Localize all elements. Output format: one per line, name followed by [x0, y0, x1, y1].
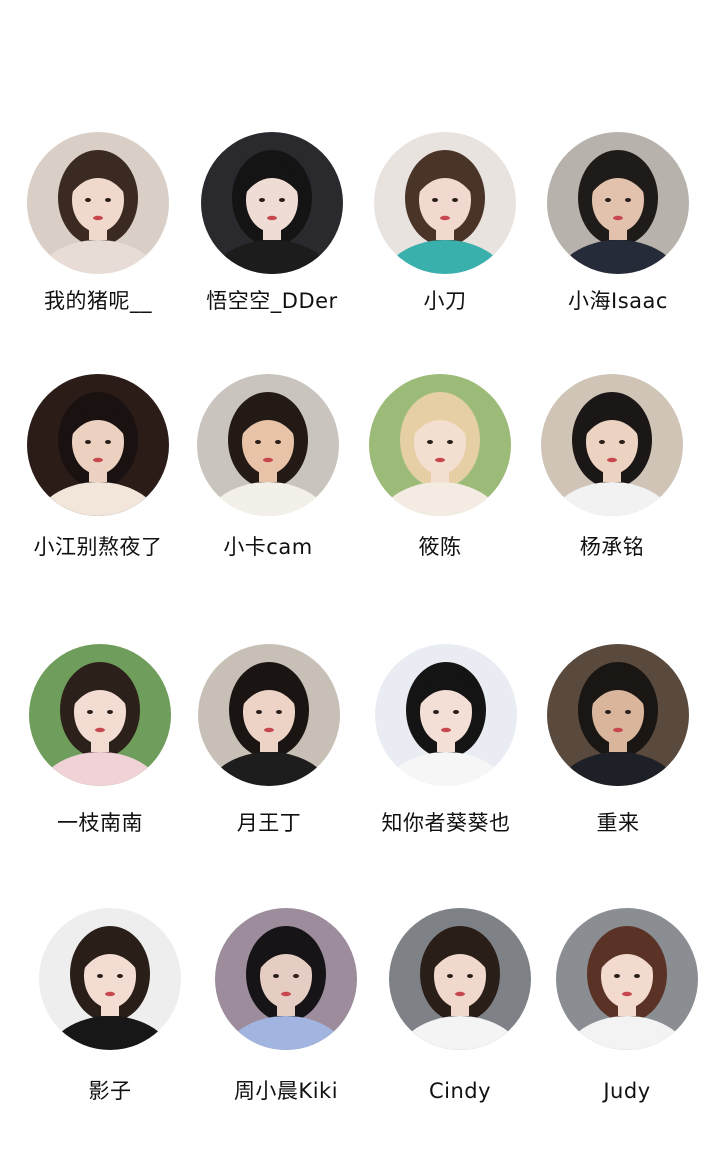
avatar[interactable] [547, 644, 689, 786]
profile-name[interactable]: Judy [603, 1078, 650, 1104]
avatar[interactable] [197, 374, 339, 516]
profile-card[interactable]: 小刀 [370, 132, 520, 314]
profile-card[interactable]: Judy [552, 908, 702, 1104]
avatar[interactable] [215, 908, 357, 1050]
avatar-portrait [375, 644, 517, 786]
profile-name[interactable]: 小海Isaac [568, 288, 668, 314]
profile-name[interactable]: 我的猪呢__ [44, 288, 152, 314]
avatar-portrait [389, 908, 531, 1050]
profile-card[interactable]: 影子 [35, 908, 185, 1104]
profile-name[interactable]: 小江别熬夜了 [34, 534, 163, 560]
profile-name[interactable]: 杨承铭 [580, 534, 645, 560]
avatar-portrait [541, 374, 683, 516]
profile-name[interactable]: 小刀 [424, 288, 467, 314]
profile-name[interactable]: 悟空空_DDer [206, 288, 337, 314]
profile-card[interactable]: 小卡cam [193, 374, 343, 560]
avatar[interactable] [375, 644, 517, 786]
avatar[interactable] [198, 644, 340, 786]
avatar[interactable] [389, 908, 531, 1050]
avatar[interactable] [547, 132, 689, 274]
profile-card[interactable]: 我的猪呢__ [23, 132, 173, 314]
profile-card[interactable]: 杨承铭 [537, 374, 687, 560]
profile-name[interactable]: 周小晨Kiki [234, 1078, 338, 1104]
avatar-portrait [547, 644, 689, 786]
avatar[interactable] [27, 132, 169, 274]
avatar-portrait [374, 132, 516, 274]
profile-card[interactable]: 悟空空_DDer [197, 132, 347, 314]
profile-card[interactable]: 小江别熬夜了 [23, 374, 173, 560]
avatar-portrait [27, 374, 169, 516]
avatar[interactable] [39, 908, 181, 1050]
profile-name[interactable]: 影子 [89, 1078, 132, 1104]
profile-name[interactable]: 筱陈 [419, 534, 462, 560]
avatar[interactable] [29, 644, 171, 786]
profile-card[interactable]: 知你者葵葵也 [371, 644, 521, 836]
profile-card[interactable]: 月王丁 [194, 644, 344, 836]
profile-card[interactable]: 筱陈 [365, 374, 515, 560]
profile-card[interactable]: 周小晨Kiki [211, 908, 361, 1104]
profile-card[interactable]: 小海Isaac [543, 132, 693, 314]
profile-card[interactable]: 重来 [543, 644, 693, 836]
profile-name[interactable]: 一枝南南 [57, 810, 143, 836]
profile-name[interactable]: 小卡cam [223, 534, 312, 560]
avatar-portrait [29, 644, 171, 786]
profile-name[interactable]: 知你者葵葵也 [382, 810, 511, 836]
avatar-portrait [197, 374, 339, 516]
avatar-portrait [201, 132, 343, 274]
avatar-portrait [215, 908, 357, 1050]
avatar[interactable] [201, 132, 343, 274]
profile-card[interactable]: 一枝南南 [25, 644, 175, 836]
avatar-portrait [27, 132, 169, 274]
avatar[interactable] [556, 908, 698, 1050]
avatar[interactable] [541, 374, 683, 516]
profile-name[interactable]: 重来 [597, 810, 640, 836]
avatar[interactable] [374, 132, 516, 274]
avatar-portrait [39, 908, 181, 1050]
avatar-portrait [547, 132, 689, 274]
avatar[interactable] [27, 374, 169, 516]
profile-name[interactable]: 月王丁 [237, 810, 302, 836]
avatar[interactable] [369, 374, 511, 516]
avatar-portrait [556, 908, 698, 1050]
avatar-portrait [369, 374, 511, 516]
profile-name[interactable]: Cindy [429, 1078, 491, 1104]
profile-card[interactable]: Cindy [385, 908, 535, 1104]
avatar-portrait [198, 644, 340, 786]
